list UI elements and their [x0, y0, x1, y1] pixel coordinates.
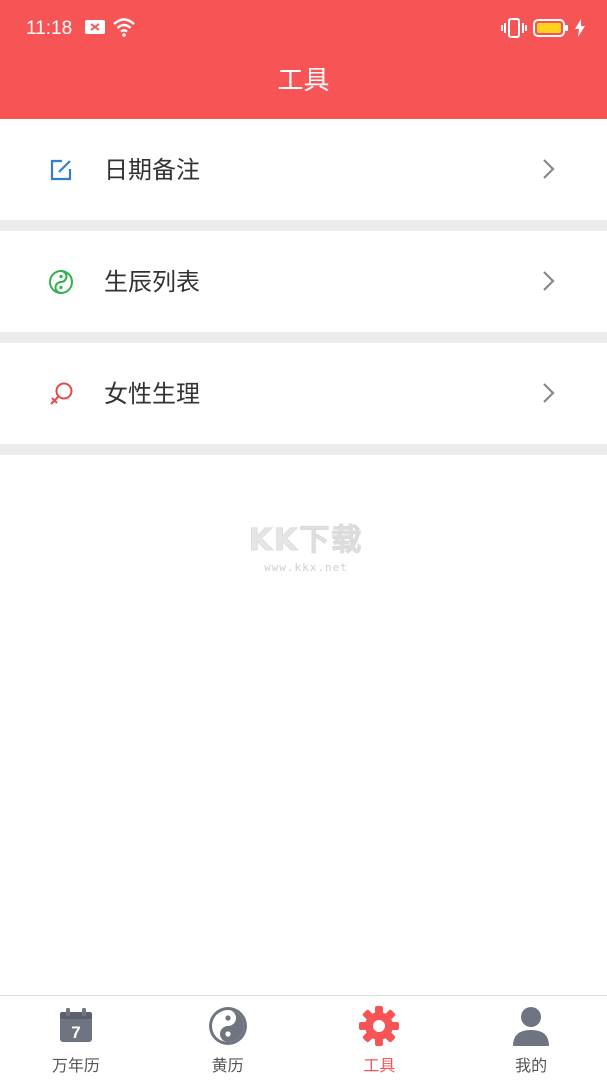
edit-note-icon: [50, 159, 72, 181]
tab-label: 我的: [515, 1056, 548, 1075]
status-left-icons: [84, 17, 136, 37]
menu-item-date-note[interactable]: 日期备注: [0, 119, 607, 220]
tab-label: 万年历: [51, 1056, 100, 1075]
tab-label: 工具: [363, 1056, 396, 1075]
status-bar: 11:18: [0, 0, 607, 60]
divider: [0, 220, 607, 231]
tab-calendar[interactable]: 7 万年历: [0, 996, 152, 1080]
watermark: KK下载 www.kkx.net: [246, 515, 366, 575]
tab-almanac[interactable]: 黄历: [152, 996, 304, 1080]
menu-item-birth-list[interactable]: 生辰列表: [0, 231, 607, 332]
gear-icon: [359, 1006, 400, 1046]
yin-yang-icon: [208, 1007, 247, 1045]
calendar-day: 7: [71, 1023, 80, 1042]
female-symbol-icon: [50, 382, 73, 405]
tab-profile[interactable]: 我的: [455, 996, 607, 1080]
menu-item-label: 生辰列表: [104, 268, 200, 296]
bottom-tab-bar: 7 万年历 黄历 工具 我的: [0, 995, 607, 1080]
menu-item-label: 日期备注: [104, 156, 200, 184]
menu-item-female-health[interactable]: 女性生理: [0, 343, 607, 444]
chevron-right-icon: [543, 271, 555, 291]
tab-tools[interactable]: 工具: [304, 996, 456, 1080]
vibrate-icon: [501, 18, 527, 38]
charging-icon: [575, 19, 585, 37]
tools-menu: 日期备注 生辰列表 女性生理: [0, 119, 607, 455]
yin-yang-icon: [49, 270, 73, 294]
tab-label: 黄历: [211, 1056, 244, 1075]
divider: [0, 444, 607, 455]
chevron-right-icon: [543, 159, 555, 179]
battery-icon: [533, 19, 568, 37]
divider: [0, 332, 607, 343]
app-header: 11:18 工具: [0, 0, 607, 119]
wifi-icon: [113, 18, 135, 37]
watermark-logo: KK下载: [248, 523, 364, 559]
status-time: 11:18: [26, 18, 73, 39]
user-icon: [513, 1007, 550, 1046]
notification-icon: [85, 20, 105, 34]
calendar-icon: 7: [59, 1008, 92, 1042]
menu-item-label: 女性生理: [104, 380, 200, 408]
chevron-right-icon: [543, 383, 555, 403]
status-right-icons: [501, 17, 585, 39]
watermark-url: www.kkx.net: [264, 561, 348, 574]
page-title: 工具: [277, 66, 330, 96]
